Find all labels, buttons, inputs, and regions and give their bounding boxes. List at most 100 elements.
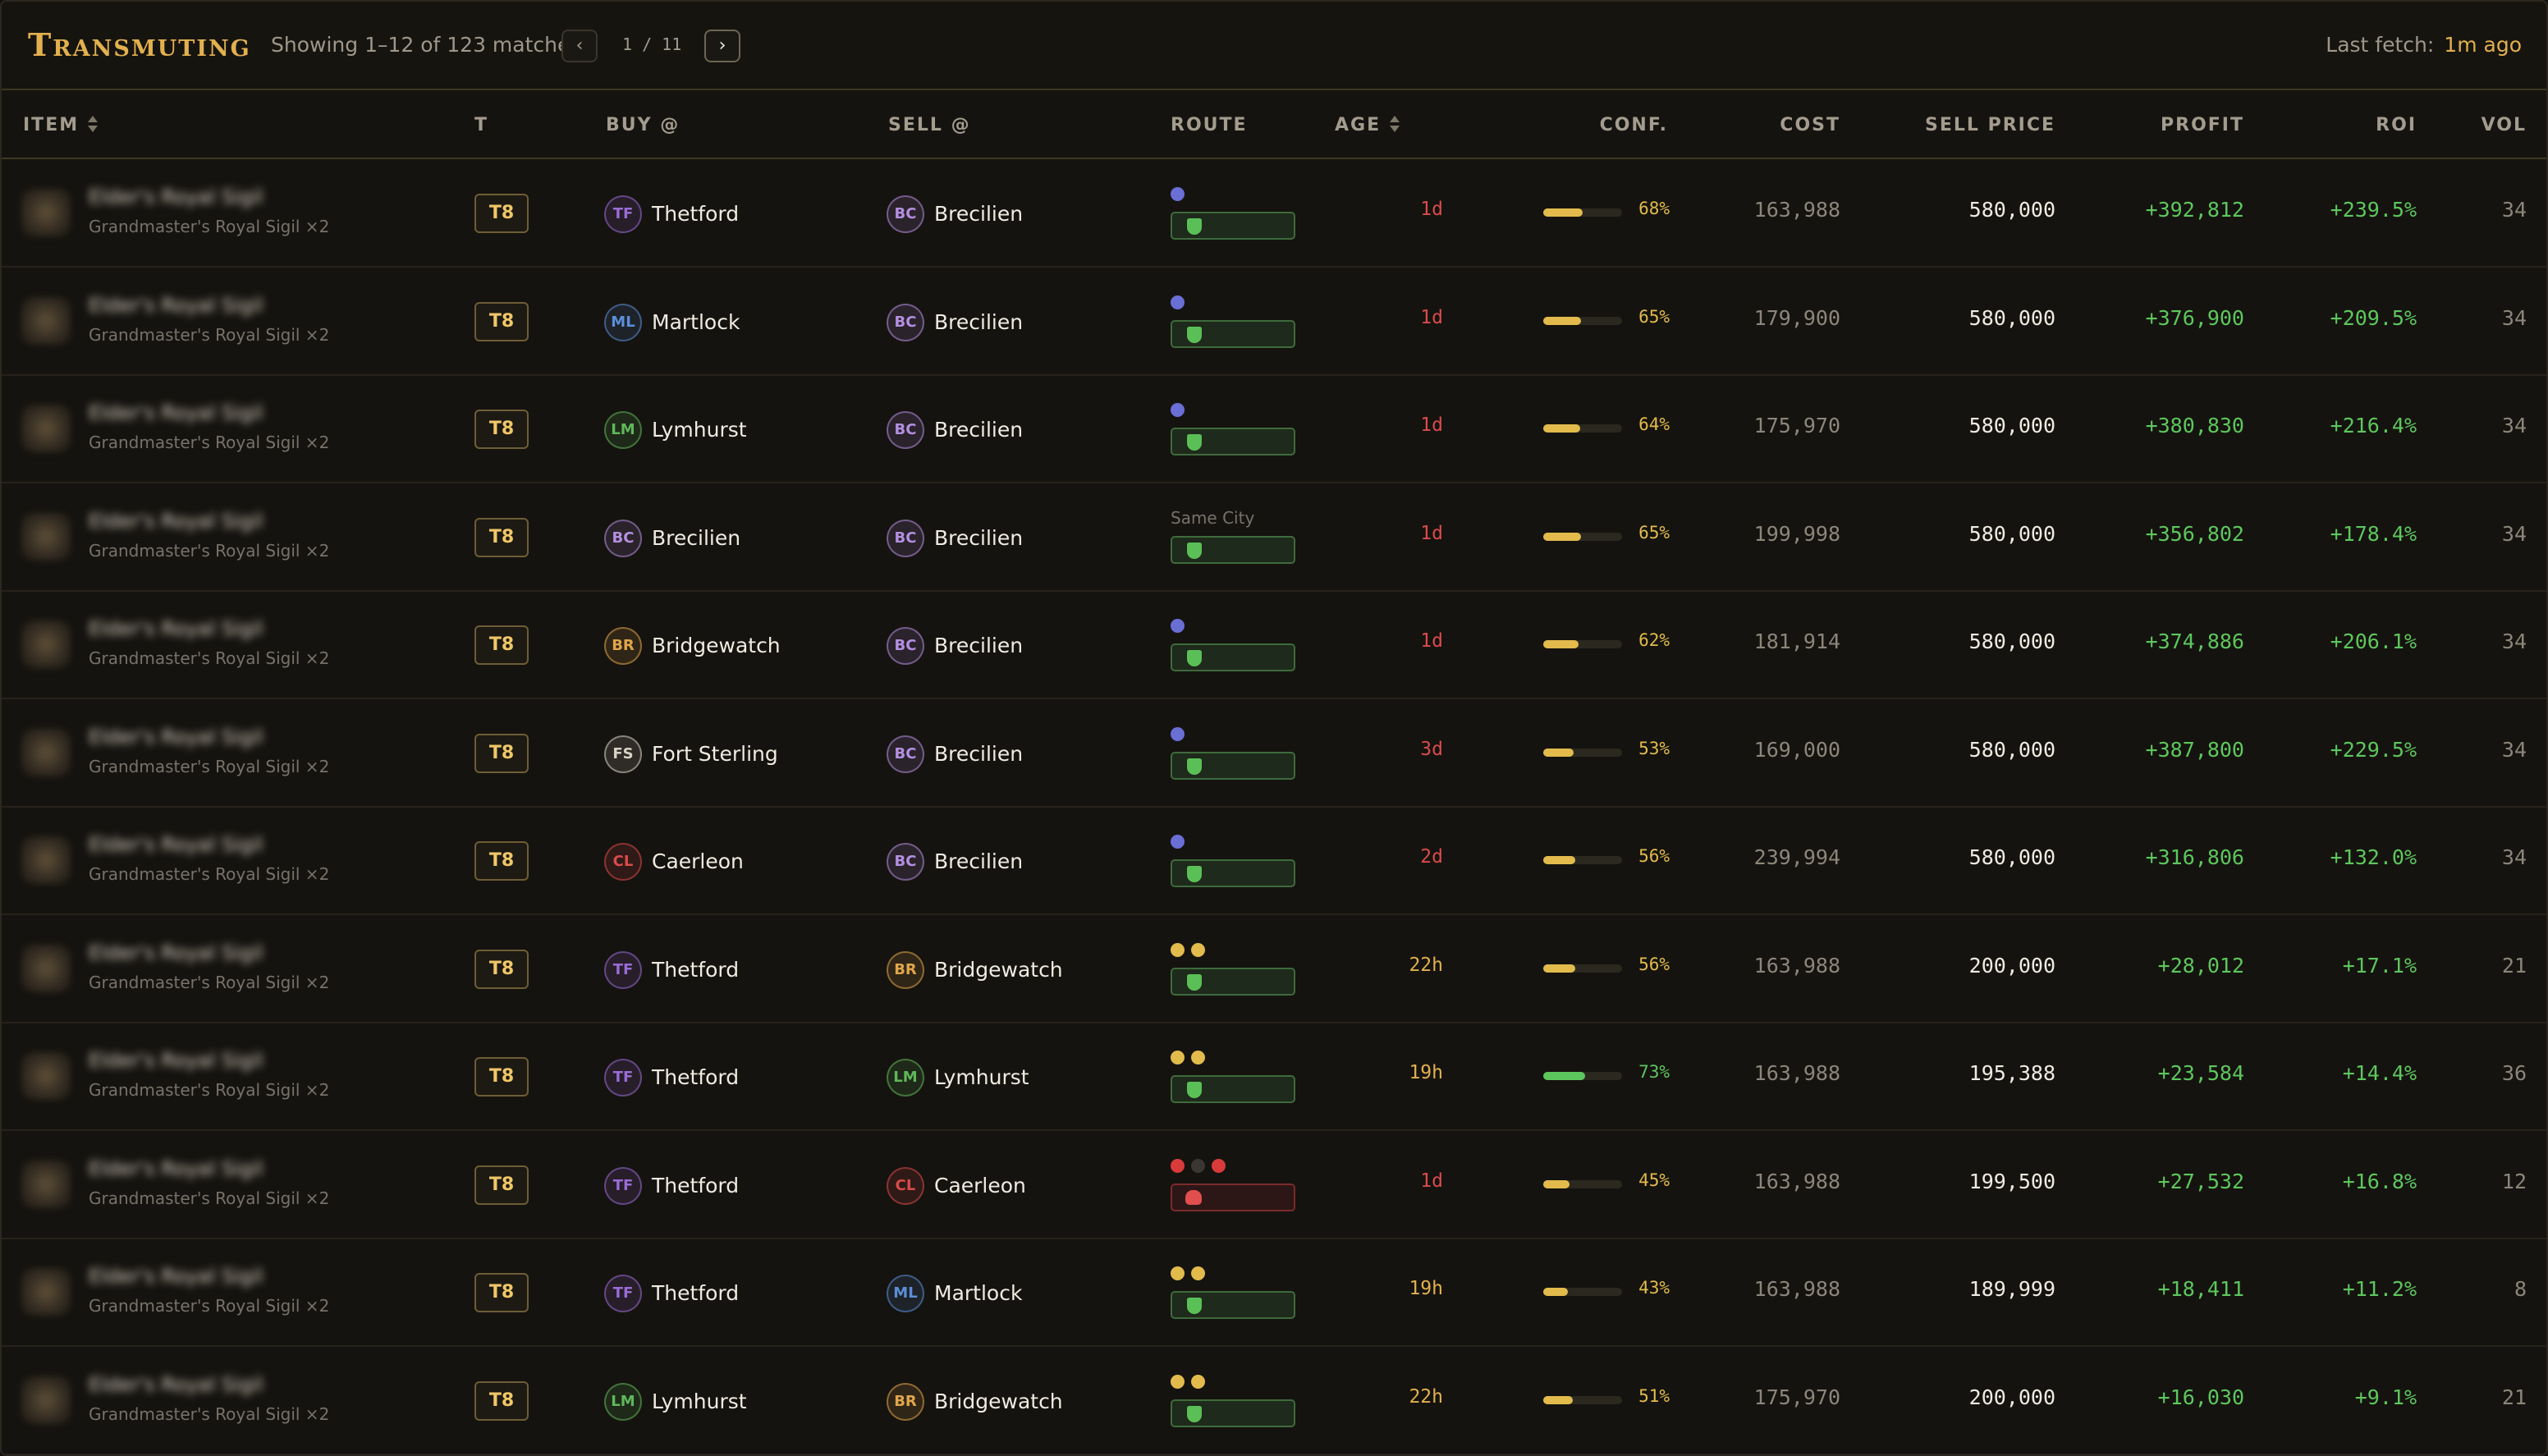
table-row[interactable]: Elder's Royal Sigil Grandmaster's Royal S… — [2, 699, 2546, 808]
buy-city-name: Brecilien — [652, 525, 741, 550]
route-indicator[interactable] — [1171, 1051, 1297, 1108]
confidence-bar — [1543, 856, 1622, 864]
last-fetch-label: Last fetch: — [2326, 33, 2435, 57]
shield-icon — [1187, 650, 1202, 666]
item-name[interactable]: Elder's Royal Sigil — [89, 1157, 286, 1180]
item-name[interactable]: Elder's Royal Sigil — [89, 1373, 286, 1396]
sort-icon[interactable] — [1389, 115, 1400, 133]
route-indicator[interactable] — [1171, 942, 1297, 1000]
item-thumbnail — [21, 836, 71, 884]
item-ingredient: Grandmaster's Royal Sigil ×2 — [89, 540, 330, 561]
profit-value: +376,900 — [2145, 305, 2244, 330]
cost-value: 169,000 — [1753, 737, 1840, 762]
route-stop-dot — [1171, 1374, 1185, 1389]
route-indicator[interactable] — [1171, 726, 1297, 785]
route-dots — [1171, 403, 1191, 418]
table-row[interactable]: Elder's Royal Sigil Grandmaster's Royal S… — [2, 375, 2546, 483]
route-stop-dot — [1171, 1266, 1185, 1280]
route-indicator[interactable]: Same City — [1171, 508, 1297, 569]
table-row[interactable]: Elder's Royal Sigil Grandmaster's Royal S… — [2, 807, 2546, 915]
volume-value: 12 — [2501, 1169, 2527, 1193]
table-row[interactable]: Elder's Royal Sigil Grandmaster's Royal S… — [2, 483, 2546, 592]
sell-city-name: Brecilien — [934, 309, 1024, 334]
cost-value: 163,988 — [1753, 1169, 1840, 1193]
sell-city-name: Brecilien — [934, 741, 1024, 766]
route-stop-dot — [1171, 295, 1185, 309]
sell-city-badge: BC — [887, 411, 924, 449]
column-age-header[interactable]: AGE — [1335, 115, 1400, 135]
table-header: ITEM T BUY @ SELL @ ROUTE AGE CONF. COST… — [2, 92, 2546, 159]
roi-value: +9.1% — [2354, 1385, 2417, 1409]
age-value: 2d — [1420, 846, 1443, 868]
column-sell-price-header: SELL PRICE — [1925, 115, 2055, 135]
route-safe-badge — [1171, 1075, 1295, 1103]
table-row[interactable]: Elder's Royal Sigil Grandmaster's Royal S… — [2, 1023, 2546, 1131]
table-row[interactable]: Elder's Royal Sigil Grandmaster's Royal S… — [2, 1131, 2546, 1239]
item-ingredient: Grandmaster's Royal Sigil ×2 — [89, 1188, 330, 1208]
route-stop-dot — [1171, 942, 1185, 957]
item-name[interactable]: Elder's Royal Sigil — [89, 1049, 286, 1072]
route-indicator[interactable] — [1171, 835, 1297, 892]
sell-price-value: 200,000 — [1968, 1385, 2055, 1409]
prev-page-button[interactable]: ‹ — [561, 30, 598, 62]
route-indicator[interactable] — [1171, 187, 1297, 245]
item-name[interactable]: Elder's Royal Sigil — [89, 941, 286, 964]
sort-icon[interactable] — [87, 115, 99, 133]
item-name[interactable]: Elder's Royal Sigil — [89, 1265, 286, 1288]
route-indicator[interactable] — [1171, 295, 1297, 353]
cost-value: 239,994 — [1753, 845, 1840, 869]
table-row[interactable]: Elder's Royal Sigil Grandmaster's Royal S… — [2, 1239, 2546, 1347]
route-indicator[interactable] — [1171, 619, 1297, 676]
route-stop-dot — [1212, 1158, 1226, 1173]
table-row[interactable]: Elder's Royal Sigil Grandmaster's Royal S… — [2, 159, 2546, 268]
confidence-value: 62% — [1638, 630, 1670, 650]
cost-value: 163,988 — [1753, 198, 1840, 222]
item-name[interactable]: Elder's Royal Sigil — [89, 294, 286, 317]
buy-city-name: Lymhurst — [652, 418, 747, 442]
age-value: 1d — [1420, 306, 1443, 328]
table-row[interactable]: Elder's Royal Sigil Grandmaster's Royal S… — [2, 1347, 2546, 1454]
item-name[interactable]: Elder's Royal Sigil — [89, 726, 286, 749]
shield-icon — [1187, 434, 1202, 451]
route-indicator[interactable] — [1171, 1266, 1297, 1324]
profit-value: +28,012 — [2157, 953, 2244, 978]
buy-city-badge: TF — [604, 950, 642, 989]
table-row[interactable]: Elder's Royal Sigil Grandmaster's Royal S… — [2, 268, 2546, 376]
route-safe-badge — [1171, 212, 1295, 240]
route-indicator[interactable] — [1171, 1158, 1297, 1216]
sell-city-name: Brecilien — [934, 634, 1024, 657]
volume-value: 36 — [2501, 1061, 2527, 1085]
column-item-header[interactable]: ITEM — [23, 115, 99, 135]
table-row[interactable]: Elder's Royal Sigil Grandmaster's Royal S… — [2, 591, 2546, 699]
confidence-bar-fill — [1543, 856, 1576, 864]
next-page-button[interactable]: › — [704, 30, 740, 62]
tier-badge: T8 — [474, 410, 529, 449]
table-row[interactable]: Elder's Royal Sigil Grandmaster's Royal S… — [2, 915, 2546, 1023]
route-stop-dot — [1191, 1266, 1205, 1280]
cost-value: 163,988 — [1753, 953, 1840, 978]
route-indicator[interactable] — [1171, 403, 1297, 460]
item-name[interactable]: Elder's Royal Sigil — [89, 617, 286, 640]
confidence-bar — [1543, 1072, 1622, 1080]
route-dots — [1171, 1266, 1212, 1281]
sell-price-value: 580,000 — [1968, 630, 2055, 653]
shield-icon — [1187, 1082, 1202, 1098]
item-thumbnail — [21, 1376, 71, 1424]
sell-city-badge: CL — [887, 1166, 924, 1205]
route-safe-badge — [1171, 967, 1295, 996]
item-name[interactable]: Elder's Royal Sigil — [89, 833, 286, 856]
route-indicator[interactable] — [1171, 1374, 1297, 1432]
buy-city-name: Fort Sterling — [652, 741, 778, 766]
item-name[interactable]: Elder's Royal Sigil — [89, 401, 286, 424]
sell-city-name: Bridgewatch — [934, 957, 1063, 982]
tier-badge: T8 — [474, 841, 529, 881]
buy-city-badge: LM — [604, 411, 642, 449]
route-stop-dot — [1171, 1051, 1185, 1065]
item-ingredient: Grandmaster's Royal Sigil ×2 — [89, 972, 330, 992]
buy-city-badge: BR — [604, 627, 642, 665]
item-name[interactable]: Elder's Royal Sigil — [89, 510, 286, 533]
item-ingredient: Grandmaster's Royal Sigil ×2 — [89, 433, 330, 452]
buy-city-badge: FS — [604, 735, 642, 773]
sell-price-value: 580,000 — [1968, 521, 2055, 546]
item-name[interactable]: Elder's Royal Sigil — [89, 185, 286, 208]
